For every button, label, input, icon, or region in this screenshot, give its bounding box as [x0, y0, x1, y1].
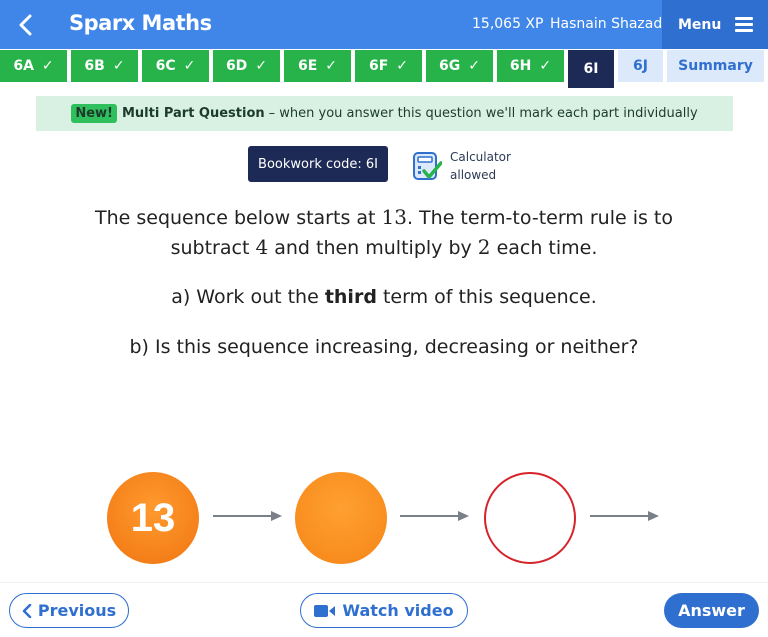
multiply-value: 2	[477, 235, 491, 259]
previous-button[interactable]: Previous	[9, 593, 129, 628]
tab-summary[interactable]: Summary	[667, 50, 764, 82]
menu-button[interactable]: Menu	[662, 0, 768, 49]
banner-title: Multi Part Question	[121, 106, 265, 121]
tab-6g[interactable]: 6G ✓	[426, 50, 493, 82]
question-tabs: 6A ✓ 6B ✓ 6C ✓ 6D ✓ 6E ✓ 6F ✓ 6G ✓ 6H ✓ 6I 6J Su…	[0, 49, 768, 88]
tab-label: 6B	[84, 58, 105, 74]
hamburger-icon	[735, 14, 754, 36]
tab-6i[interactable]: 6I	[568, 50, 614, 88]
calculator-line1: Calculator	[450, 150, 511, 164]
question-line2: subtract 4 and then multiply by 2 each t…	[0, 233, 768, 263]
tab-label: 6G	[439, 58, 461, 74]
check-icon: ✓	[255, 58, 268, 74]
check-icon: ✓	[325, 58, 338, 74]
chevron-left-icon	[19, 14, 32, 36]
start-value: 13	[381, 205, 407, 229]
sequence-term-3-answer[interactable]	[484, 472, 576, 564]
part-b-question: b) Is this sequence increasing, decreasi…	[129, 336, 639, 358]
question-text-part: a) Work out the	[171, 286, 325, 308]
tab-6h[interactable]: 6H ✓	[497, 50, 564, 82]
question-line1: The sequence below starts at 13. The ter…	[0, 203, 768, 233]
username: Hasnain Shazad	[550, 16, 663, 32]
answer-button[interactable]: Answer	[664, 593, 759, 628]
video-camera-icon	[314, 604, 336, 618]
tab-label: 6J	[633, 58, 648, 74]
arrow-right-icon	[590, 511, 659, 521]
sequence-term-1: 13	[107, 472, 199, 564]
calculator-icon	[413, 152, 442, 180]
bookwork-code: Bookwork code: 6I	[248, 146, 388, 182]
check-icon: ✓	[539, 58, 552, 74]
tab-6c[interactable]: 6C ✓	[142, 50, 209, 82]
watch-video-button[interactable]: Watch video	[300, 593, 468, 628]
tab-6e[interactable]: 6E ✓	[284, 50, 351, 82]
new-badge: New!	[71, 104, 117, 123]
sequence-term-2[interactable]	[295, 472, 387, 564]
question-text-part: subtract	[170, 237, 256, 259]
check-icon: ✓	[468, 58, 480, 74]
tab-label: 6H	[509, 58, 532, 74]
tab-6a[interactable]: 6A ✓	[0, 50, 67, 82]
arrow-right-icon	[213, 511, 282, 521]
question-text-part: term of this sequence.	[376, 286, 597, 308]
question-text-part: each time.	[490, 237, 598, 259]
multi-part-banner: New! Multi Part Question – when you answ…	[36, 96, 733, 131]
tab-6b[interactable]: 6B ✓	[71, 50, 138, 82]
back-button[interactable]	[10, 10, 40, 40]
tab-6d[interactable]: 6D ✓	[213, 50, 280, 82]
part-a-emphasis: third	[324, 286, 377, 308]
xp-counter: 15,065 XP	[472, 16, 544, 32]
tab-label: 6A	[13, 58, 34, 74]
footer-divider	[0, 582, 768, 583]
tab-label: 6F	[368, 58, 389, 74]
tab-6j[interactable]: 6J	[618, 50, 663, 82]
tab-label: Summary	[678, 58, 753, 74]
top-bar: Sparx Maths 15,065 XP Hasnain Shazad Men…	[0, 0, 768, 49]
tab-label: 6C	[155, 58, 176, 74]
subtract-value: 4	[255, 235, 269, 259]
check-icon: ✓	[112, 58, 125, 74]
calculator-status: Calculator allowed	[450, 148, 511, 184]
part-a-question: a) Work out the third term of this seque…	[0, 286, 768, 308]
question-text-part: . The term-to-term rule is to	[406, 207, 674, 229]
tab-label: 6I	[583, 61, 599, 77]
previous-label: Previous	[37, 601, 117, 620]
app-title: Sparx Maths	[69, 11, 212, 35]
calculator-line2: allowed	[450, 168, 497, 182]
check-icon: ✓	[396, 58, 409, 74]
question-text-part: and then multiply by	[268, 237, 478, 259]
banner-text: – when you answer this question we'll ma…	[268, 106, 698, 121]
menu-label: Menu	[678, 16, 722, 33]
arrow-right-icon	[400, 511, 469, 521]
question-text: The sequence below starts at 13. The ter…	[0, 203, 768, 263]
check-icon: ✓	[183, 58, 196, 74]
question-text-part: The sequence below starts at	[94, 207, 382, 229]
check-icon: ✓	[41, 58, 54, 74]
watch-video-label: Watch video	[342, 601, 454, 620]
tab-6f[interactable]: 6F ✓	[355, 50, 422, 82]
tab-label: 6D	[225, 58, 248, 74]
tab-label: 6E	[297, 58, 318, 74]
chevron-left-icon	[22, 603, 32, 618]
